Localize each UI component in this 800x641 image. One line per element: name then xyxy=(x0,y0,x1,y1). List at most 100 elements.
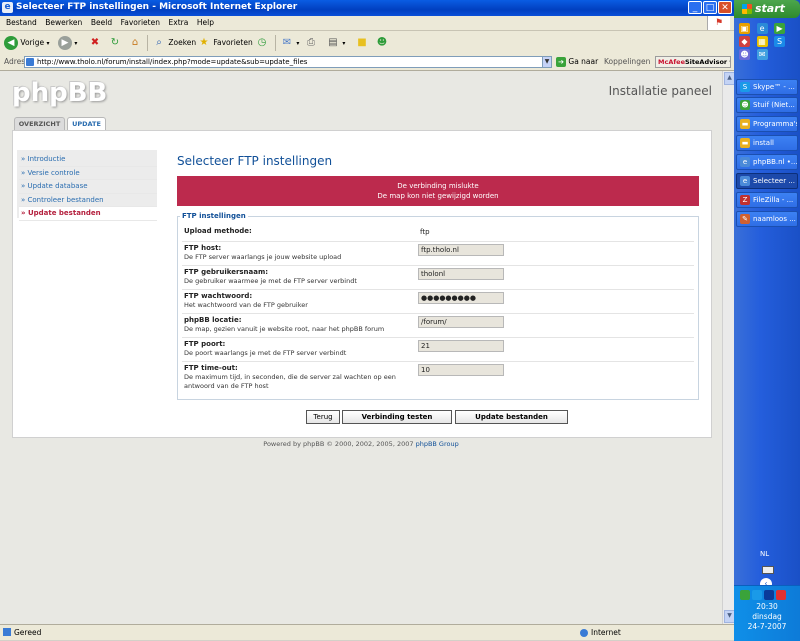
tray-antivirus-icon[interactable] xyxy=(776,590,786,600)
tray-app-icon[interactable] xyxy=(764,590,774,600)
folder-icon: ▬ xyxy=(740,119,750,129)
side-item-update-bestanden[interactable]: » Update bestanden xyxy=(19,207,157,221)
star-icon: ★ xyxy=(199,37,209,48)
start-button[interactable]: start xyxy=(734,0,800,18)
address-bar: Adres http://www.tholo.nl/forum/install/… xyxy=(0,55,734,71)
error-line-2: De map kon niet gewijzigd worden xyxy=(377,192,499,200)
quicklaunch-ie-icon[interactable]: e xyxy=(756,23,768,34)
test-connection-button[interactable]: Verbinding testen xyxy=(342,410,452,424)
address-dropdown-button[interactable]: ▼ xyxy=(542,56,552,68)
messenger-button[interactable]: ☻ xyxy=(375,35,389,51)
tab-overzicht[interactable]: OVERZICHT xyxy=(14,117,65,130)
side-item-update-database[interactable]: » Update database xyxy=(19,180,157,194)
mail-button[interactable]: ✉ ▾ xyxy=(280,35,300,51)
fieldset-legend: FTP instellingen xyxy=(180,212,248,220)
menu-bestand[interactable]: Bestand xyxy=(6,16,37,30)
task-programmas[interactable]: ▬ Programma's xyxy=(736,116,798,132)
history-button[interactable]: ◷ xyxy=(255,35,269,51)
quicklaunch-folder-icon[interactable]: ▣ xyxy=(739,23,750,34)
ie-app-icon: e xyxy=(2,2,13,13)
menu-favorieten[interactable]: Favorieten xyxy=(121,16,160,30)
quicklaunch-media-icon[interactable]: ▶ xyxy=(774,23,786,34)
side-item-versie-controle[interactable]: » Versie controle xyxy=(19,167,157,180)
row-upload-method: Upload methode: ftp xyxy=(182,225,694,242)
side-item-controleer-bestanden[interactable]: » Controleer bestanden xyxy=(19,194,157,207)
stop-icon: ✖ xyxy=(90,37,100,48)
language-indicator[interactable]: NL xyxy=(760,550,769,558)
quicklaunch-messenger-icon[interactable]: ☻ xyxy=(739,49,750,60)
task-selecteer[interactable]: e Selecteer ... xyxy=(736,173,798,189)
discuss-button[interactable]: ■ xyxy=(355,35,369,51)
upload-method-value: ftp xyxy=(420,228,430,236)
go-button[interactable]: ➔ Ga naar xyxy=(556,57,598,67)
task-stuif[interactable]: ☻ Stuif (Niet... xyxy=(736,97,798,113)
stop-button[interactable]: ✖ xyxy=(88,35,102,51)
ftp-username-input[interactable]: tholonl xyxy=(418,268,504,280)
status-bar: Gereed Internet xyxy=(0,624,734,640)
forward-button[interactable]: ▶ ▾ xyxy=(58,35,77,51)
ftp-port-label: FTP poort: xyxy=(184,340,226,348)
title-bar[interactable]: e Selecteer FTP instellingen - Microsoft… xyxy=(0,0,734,16)
minimize-button[interactable]: _ xyxy=(688,1,702,14)
address-input[interactable]: http://www.tholo.nl/forum/install/index.… xyxy=(24,56,552,68)
mcafee-siteadvisor-button[interactable]: McAfeeSiteAdvisor ▾ xyxy=(655,56,731,68)
ie-icon: e xyxy=(740,157,750,167)
update-files-button[interactable]: Update bestanden xyxy=(455,410,568,424)
refresh-button[interactable]: ↻ xyxy=(108,35,122,51)
ftp-timeout-input[interactable]: 10 xyxy=(418,364,504,376)
footer-group-link[interactable]: phpBB Group xyxy=(416,440,459,448)
quicklaunch-mail-icon[interactable]: ✉ xyxy=(756,49,768,60)
go-arrow-icon: ➔ xyxy=(556,57,566,67)
print-button[interactable]: ⎙ xyxy=(304,35,318,51)
favorites-button[interactable]: ★ Favorieten xyxy=(197,35,253,51)
edit-button[interactable]: ▤ ▾ xyxy=(326,35,345,51)
scroll-down-arrow-icon[interactable]: ▼ xyxy=(724,610,734,623)
row-ftp-password: FTP wachtwoord: Het wachtwoord van de FT… xyxy=(182,290,694,314)
scroll-up-arrow-icon[interactable]: ▲ xyxy=(724,72,734,85)
error-line-1: De verbinding mislukte xyxy=(397,182,479,190)
page-content: phpBB Installatie paneel OVERZICHT UPDAT… xyxy=(0,71,722,624)
vertical-scrollbar[interactable]: ▲ ▼ xyxy=(722,71,734,624)
ftp-password-input[interactable]: ●●●●●●●●● xyxy=(418,292,504,304)
phpbb-logo[interactable]: phpBB xyxy=(12,78,107,108)
quicklaunch-desktop-icon[interactable]: ▦ xyxy=(756,36,768,47)
tray-network-icon[interactable] xyxy=(740,590,750,600)
quicklaunch-app-icon[interactable]: ◆ xyxy=(739,36,750,47)
quick-launch: ▣ e ▶ ◆ ▦ S ☻ ✉ xyxy=(737,22,797,61)
phpbb-path-input[interactable]: /forum/ xyxy=(418,316,504,328)
task-naamloos[interactable]: ✎ naamloos ... xyxy=(736,211,798,227)
ftp-host-input[interactable]: ftp.tholo.nl xyxy=(418,244,504,256)
menu-bewerken[interactable]: Bewerken xyxy=(45,16,82,30)
ftp-port-input[interactable]: 21 xyxy=(418,340,504,352)
side-item-introductie[interactable]: » Introductie xyxy=(19,153,157,167)
status-page-icon xyxy=(3,628,11,636)
back-button[interactable]: ◀ Vorige ▾ xyxy=(4,35,49,51)
links-button[interactable]: Koppelingen xyxy=(604,57,650,66)
back-submit-button[interactable]: Terug xyxy=(306,410,340,424)
tab-update[interactable]: UPDATE xyxy=(67,117,106,131)
close-button[interactable]: ✕ xyxy=(718,1,732,14)
ftp-host-description: De FTP server waarlangs je jouw website … xyxy=(184,253,342,261)
paint-icon: ✎ xyxy=(740,214,750,224)
keyboard-icon[interactable] xyxy=(762,566,774,574)
task-phpbb-nl[interactable]: e phpBB.nl •... xyxy=(736,154,798,170)
menu-bar: Bestand Bewerken Beeld Favorieten Extra … xyxy=(0,16,734,31)
task-filezilla[interactable]: Z FileZilla - ... xyxy=(736,192,798,208)
search-button[interactable]: ⌕ Zoeken xyxy=(152,35,196,51)
menu-extra[interactable]: Extra xyxy=(169,16,189,30)
tray-clock[interactable]: 20:30 dinsdag 24-7-2007 xyxy=(734,602,800,632)
history-icon: ◷ xyxy=(257,37,267,48)
tray-skype-icon[interactable] xyxy=(752,590,762,600)
edit-document-icon: ▤ xyxy=(328,37,338,48)
status-text: Gereed xyxy=(14,628,42,637)
quicklaunch-skype-icon[interactable]: S xyxy=(774,36,786,47)
ie-window: e Selecteer FTP instellingen - Microsoft… xyxy=(0,0,734,640)
task-install[interactable]: ▬ install xyxy=(736,135,798,151)
task-skype[interactable]: S Skype™ - ... xyxy=(736,79,798,95)
maximize-button[interactable]: □ xyxy=(703,1,717,14)
clock-day: dinsdag xyxy=(752,612,782,621)
side-menu: » Introductie » Versie controle » Update… xyxy=(19,153,157,221)
menu-help[interactable]: Help xyxy=(197,16,214,30)
home-button[interactable]: ⌂ xyxy=(128,35,142,51)
menu-beeld[interactable]: Beeld xyxy=(91,16,112,30)
